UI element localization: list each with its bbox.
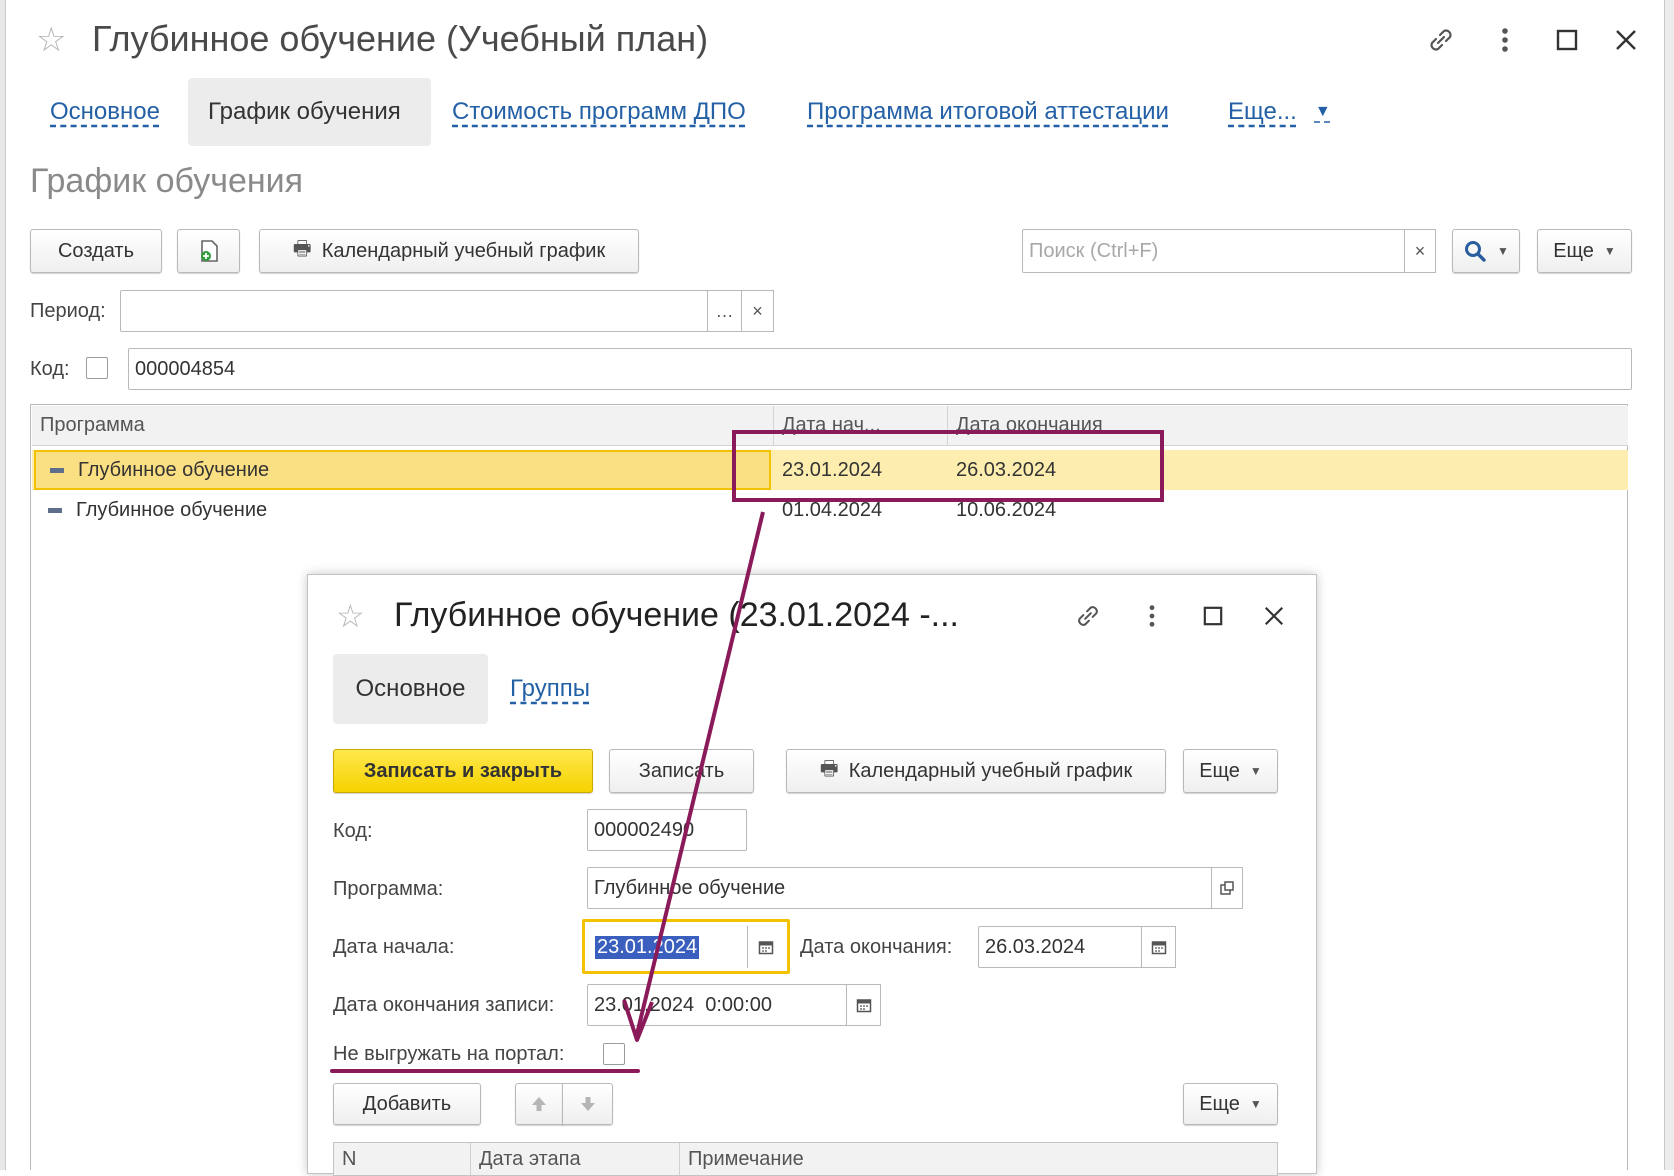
annotation-arrow [622, 511, 765, 1042]
